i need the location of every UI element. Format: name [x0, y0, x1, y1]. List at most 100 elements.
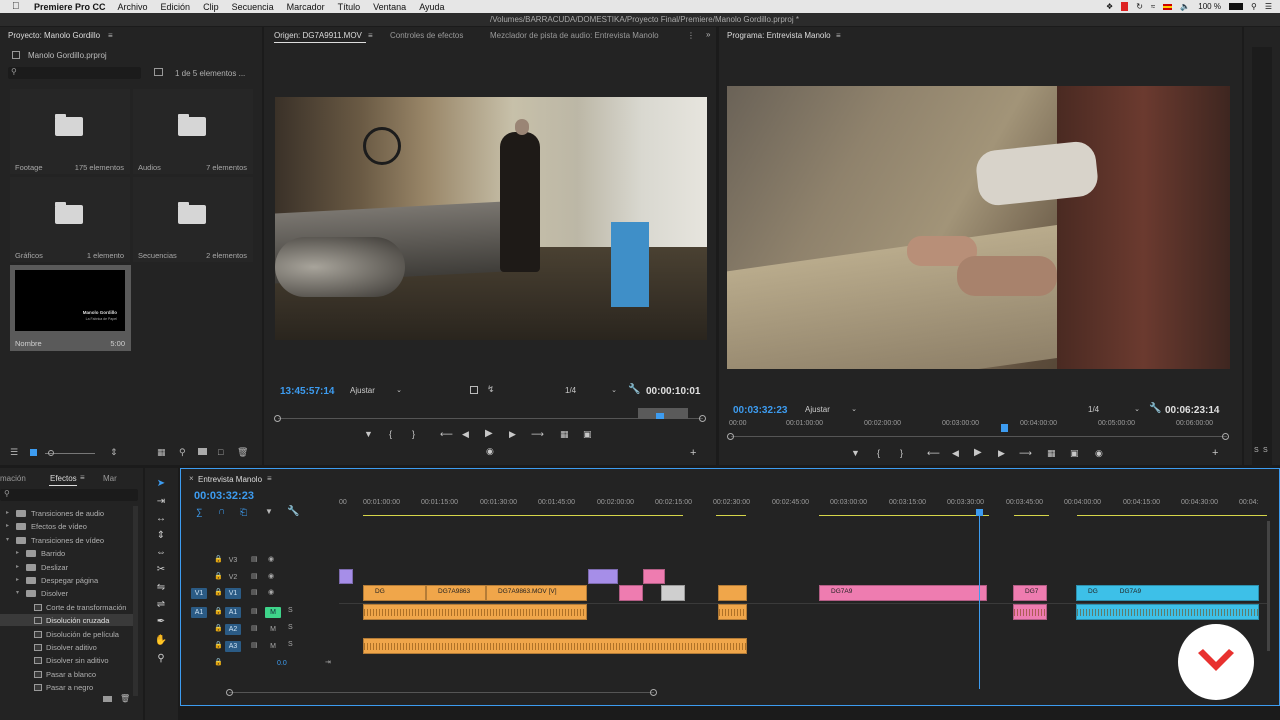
- source-timebar[interactable]: [278, 408, 703, 422]
- menu-edicion[interactable]: Edición: [161, 2, 191, 12]
- track-target-v2[interactable]: V2: [225, 572, 241, 583]
- menu-ventana[interactable]: Ventana: [373, 2, 406, 12]
- clip-v3[interactable]: [643, 569, 665, 584]
- timeline-timecode[interactable]: 00:03:32:23: [194, 490, 254, 502]
- clip-a1[interactable]: [363, 604, 587, 620]
- work-area-bar[interactable]: [339, 515, 1269, 517]
- ripple-edit-tool-icon[interactable]: ↔: [154, 512, 168, 526]
- lock-icon[interactable]: 🔒: [214, 624, 223, 632]
- effects-tree-item[interactable]: Transiciones de audio: [31, 509, 104, 518]
- battery-icon[interactable]: [1228, 3, 1243, 10]
- wrench-icon[interactable]: 🔧: [628, 384, 640, 395]
- panel-menu-icon[interactable]: ≡: [836, 31, 841, 40]
- step-forward-icon[interactable]: ▶: [509, 429, 516, 440]
- clip-a1[interactable]: [1013, 604, 1047, 620]
- track-select-tool-icon[interactable]: ⇥: [154, 495, 168, 509]
- pen-tool-icon[interactable]: ✒: [154, 615, 168, 629]
- effects-scrollbar[interactable]: [133, 506, 138, 696]
- zoom-handle-left[interactable]: [274, 415, 281, 422]
- find-icon[interactable]: ⚲: [179, 447, 186, 458]
- dropbox-icon[interactable]: ❖: [1106, 2, 1113, 11]
- menu-clip[interactable]: Clip: [203, 2, 219, 12]
- insert-export-icon[interactable]: ↯: [487, 384, 495, 395]
- go-to-end-icon[interactable]: ⇥: [325, 658, 331, 666]
- tab-project[interactable]: Proyecto: Manolo Gordillo: [8, 31, 100, 40]
- clip-v1[interactable]: DG7A9863: [426, 585, 486, 601]
- panel-expand-icon[interactable]: »: [706, 30, 710, 39]
- volume-icon[interactable]: 🔈: [1180, 2, 1190, 11]
- lock-icon[interactable]: 🔒: [214, 658, 223, 666]
- automate-icon[interactable]: ▦: [157, 447, 166, 458]
- effects-tree-item[interactable]: Efectos de vídeo: [31, 522, 87, 531]
- zoom-handle[interactable]: [48, 450, 54, 456]
- solo-button[interactable]: S: [288, 641, 293, 648]
- slide-tool-icon[interactable]: ⇌: [154, 598, 168, 612]
- clip-v1[interactable]: DG7A9: [819, 585, 987, 601]
- graphic-item-thumbnail[interactable]: Manolo Gordillo La Fabrica de Papel Nomb…: [10, 265, 131, 351]
- trash-icon[interactable]: 🗑: [120, 694, 130, 703]
- source-fit-dropdown[interactable]: Ajustar ⌄: [350, 386, 405, 397]
- clip-a3[interactable]: [363, 638, 747, 654]
- clip-a1[interactable]: [718, 604, 747, 620]
- trash-icon[interactable]: 🗑: [237, 447, 248, 458]
- go-to-in-icon[interactable]: ⟵: [440, 429, 453, 440]
- snap-icon[interactable]: ∩: [218, 506, 225, 517]
- mark-in-icon[interactable]: {: [389, 429, 392, 439]
- panel-menu-icon[interactable]: ≡: [267, 474, 272, 483]
- wifi-icon[interactable]: ≈: [1151, 2, 1155, 11]
- app-menu[interactable]: Premiere Pro CC: [34, 2, 106, 12]
- menu-secuencia[interactable]: Secuencia: [232, 2, 274, 12]
- add-marker-icon[interactable]: ▼: [265, 507, 273, 516]
- new-bin-icon[interactable]: [198, 448, 207, 455]
- expanded-triangle-icon[interactable]: ▾: [6, 536, 9, 543]
- flag-icon[interactable]: [1163, 3, 1173, 10]
- tab-effects[interactable]: Efectos: [50, 474, 77, 483]
- tab-source[interactable]: Origen: DG7A9911.MOV: [274, 31, 362, 40]
- list-view-icon[interactable]: ☰: [10, 447, 18, 458]
- timeline-settings-icon[interactable]: 🔧: [287, 506, 299, 517]
- solo-button[interactable]: S: [288, 624, 293, 631]
- source-resolution-dropdown[interactable]: 1/4 ⌄: [565, 386, 620, 397]
- eye-icon[interactable]: ◉: [268, 555, 274, 563]
- close-icon[interactable]: ×: [189, 474, 194, 483]
- clip-v1[interactable]: [661, 585, 685, 601]
- icon-view-icon[interactable]: [30, 449, 37, 456]
- tab-audio-mixer[interactable]: Mezclador de pista de audio: Entrevista …: [490, 31, 659, 40]
- master-volume[interactable]: 0.0: [277, 660, 287, 667]
- clip-a1[interactable]: [1076, 604, 1259, 620]
- new-item-icon[interactable]: □: [218, 447, 223, 457]
- tab-information[interactable]: mación: [0, 474, 26, 483]
- clip-v1[interactable]: DG7A9863.MOV [V]: [486, 585, 587, 601]
- solo-button[interactable]: S: [288, 607, 293, 614]
- track-target-a2[interactable]: A2: [225, 624, 241, 635]
- step-forward-icon[interactable]: ▶: [998, 448, 1005, 459]
- export-frame-icon[interactable]: ◉: [486, 446, 494, 457]
- sync-lock-icon[interactable]: ▤: [251, 555, 258, 563]
- selection-tool-icon[interactable]: ➤: [154, 477, 168, 491]
- playhead-marker[interactable]: [656, 413, 664, 419]
- program-resolution-dropdown[interactable]: 1/4 ⌄: [1088, 405, 1143, 416]
- collapsed-triangle-icon[interactable]: ▸: [16, 549, 19, 556]
- zoom-tool-icon[interactable]: ⚲: [154, 652, 168, 666]
- meter-solo-left[interactable]: S: [1254, 447, 1259, 454]
- mute-button[interactable]: M: [265, 607, 281, 618]
- play-icon[interactable]: ▶: [485, 428, 493, 439]
- clip-v1[interactable]: DG7: [1013, 585, 1047, 601]
- collapsed-triangle-icon[interactable]: ▸: [6, 509, 9, 516]
- playhead-line[interactable]: [979, 509, 980, 689]
- slip-tool-icon[interactable]: ⇋: [154, 581, 168, 595]
- track-target-v3[interactable]: V3: [225, 555, 241, 566]
- effects-tree-item[interactable]: Despegar página: [41, 576, 98, 585]
- program-timebar[interactable]: [731, 431, 1227, 437]
- timeline-zoom-bar[interactable]: [229, 692, 654, 693]
- menu-archivo[interactable]: Archivo: [118, 2, 148, 12]
- rolling-edit-tool-icon[interactable]: ⇕: [154, 529, 168, 543]
- effects-tree-item[interactable]: Disolver: [41, 589, 68, 598]
- lock-icon[interactable]: 🔒: [214, 588, 223, 596]
- lock-icon[interactable]: 🔒: [214, 641, 223, 649]
- track-target-v1[interactable]: V1: [225, 588, 241, 599]
- sync-icon[interactable]: ↻: [1136, 2, 1143, 11]
- bin-graficos[interactable]: Gráficos 1 elemento: [10, 177, 130, 262]
- zoom-handle-left[interactable]: [226, 689, 233, 696]
- effects-tree-item[interactable]: Pasar a negro: [46, 683, 93, 692]
